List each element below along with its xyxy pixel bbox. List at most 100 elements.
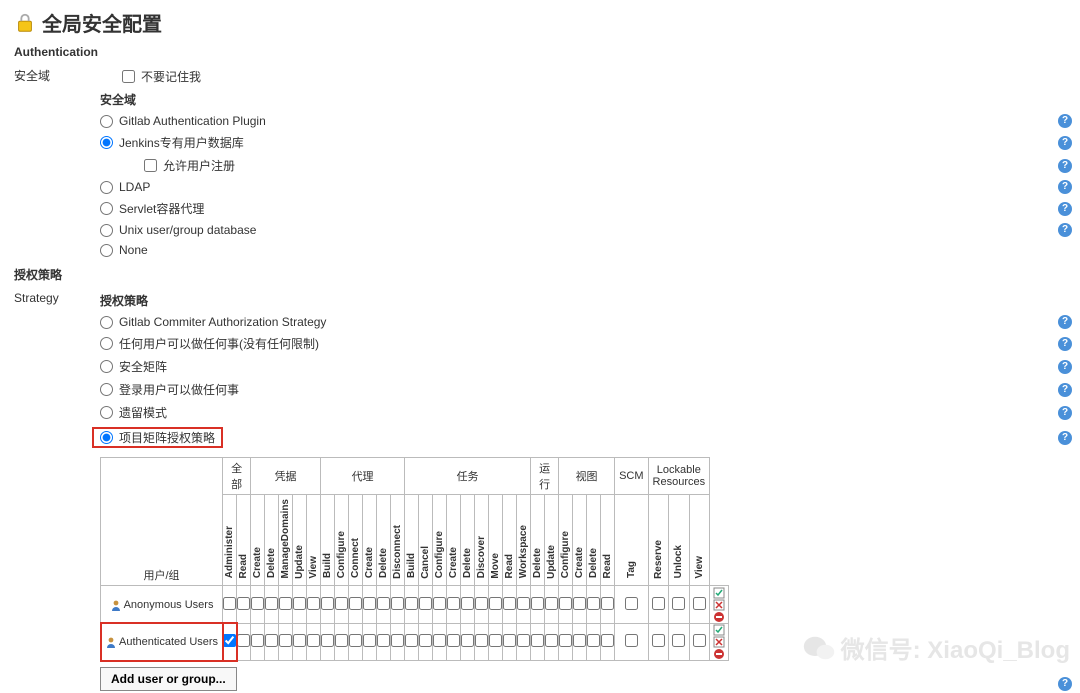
help-icon[interactable]: ? — [1058, 383, 1072, 397]
perm-checkbox[interactable] — [293, 597, 306, 610]
perm-checkbox[interactable] — [693, 634, 706, 647]
perm-checkbox[interactable] — [475, 634, 488, 647]
perm-checkbox[interactable] — [587, 634, 600, 647]
realm-unix-radio[interactable] — [100, 224, 113, 237]
perm-checkbox[interactable] — [559, 597, 572, 610]
help-icon[interactable]: ? — [1058, 223, 1072, 237]
strat-project-radio[interactable] — [100, 431, 113, 444]
perm-checkbox[interactable] — [279, 597, 292, 610]
perm-checkbox[interactable] — [307, 597, 320, 610]
perm-checkbox[interactable] — [447, 634, 460, 647]
perm-checkbox[interactable] — [251, 634, 264, 647]
perm-checkbox[interactable] — [223, 597, 236, 610]
remove-icon[interactable] — [713, 648, 725, 660]
perm-checkbox[interactable] — [652, 597, 665, 610]
perm-checkbox[interactable] — [237, 634, 250, 647]
strat-legacy-radio[interactable] — [100, 406, 113, 419]
perm-checkbox[interactable] — [573, 597, 586, 610]
perm-checkbox[interactable] — [461, 634, 474, 647]
perm-checkbox[interactable] — [335, 597, 348, 610]
realm-ldap-radio[interactable] — [100, 181, 113, 194]
perm-checkbox[interactable] — [672, 597, 685, 610]
perm-checkbox[interactable] — [265, 597, 278, 610]
perm-checkbox[interactable] — [489, 634, 502, 647]
strat-matrix-radio[interactable] — [100, 360, 113, 373]
perm-checkbox[interactable] — [251, 597, 264, 610]
help-icon[interactable]: ? — [1058, 431, 1072, 445]
perm-checkbox[interactable] — [587, 597, 600, 610]
remember-me-checkbox[interactable] — [122, 70, 135, 83]
perm-checkbox[interactable] — [377, 597, 390, 610]
perm-checkbox[interactable] — [601, 634, 614, 647]
strat-anyone-radio[interactable] — [100, 337, 113, 350]
perm-checkbox[interactable] — [391, 597, 404, 610]
perm-checkbox[interactable] — [349, 634, 362, 647]
perm-checkbox[interactable] — [672, 634, 685, 647]
help-icon[interactable]: ? — [1058, 159, 1072, 173]
perm-checkbox[interactable] — [433, 597, 446, 610]
realm-gitlab-radio[interactable] — [100, 115, 113, 128]
perm-checkbox[interactable] — [307, 634, 320, 647]
perm-checkbox[interactable] — [363, 597, 376, 610]
realm-none-radio[interactable] — [100, 244, 113, 257]
perm-checkbox[interactable] — [447, 597, 460, 610]
perm-checkbox[interactable] — [377, 634, 390, 647]
perm-checkbox[interactable] — [503, 597, 516, 610]
perm-checkbox[interactable] — [503, 634, 516, 647]
perm-checkbox[interactable] — [419, 634, 432, 647]
clear-all-icon[interactable] — [713, 599, 725, 611]
perm-checkbox[interactable] — [545, 597, 558, 610]
remove-icon[interactable] — [713, 611, 725, 623]
perm-checkbox[interactable] — [489, 597, 502, 610]
perm-checkbox[interactable] — [265, 634, 278, 647]
allow-signup-checkbox[interactable] — [144, 159, 157, 172]
help-icon[interactable]: ? — [1058, 136, 1072, 150]
perm-checkbox[interactable] — [475, 597, 488, 610]
perm-checkbox[interactable] — [293, 634, 306, 647]
perm-checkbox[interactable] — [517, 597, 530, 610]
perm-checkbox[interactable] — [461, 597, 474, 610]
help-icon[interactable]: ? — [1058, 677, 1072, 691]
perm-checkbox[interactable] — [349, 597, 362, 610]
strat-gitlab-radio[interactable] — [100, 316, 113, 329]
perm-checkbox[interactable] — [601, 597, 614, 610]
perm-checkbox[interactable] — [363, 634, 376, 647]
perm-checkbox[interactable] — [391, 634, 404, 647]
perm-checkbox[interactable] — [419, 597, 432, 610]
perm-checkbox[interactable] — [652, 634, 665, 647]
perm-checkbox[interactable] — [223, 634, 236, 647]
perm-checkbox[interactable] — [625, 634, 638, 647]
realm-jenkins-radio[interactable] — [100, 136, 113, 149]
perm-checkbox[interactable] — [693, 597, 706, 610]
help-icon[interactable]: ? — [1058, 406, 1072, 420]
realm-servlet-radio[interactable] — [100, 202, 113, 215]
group-header: 运行 — [531, 458, 559, 495]
help-icon[interactable]: ? — [1058, 180, 1072, 194]
perm-checkbox[interactable] — [433, 634, 446, 647]
help-icon[interactable]: ? — [1058, 114, 1072, 128]
help-icon[interactable]: ? — [1058, 202, 1072, 216]
clear-all-icon[interactable] — [713, 636, 725, 648]
select-all-icon[interactable] — [713, 587, 725, 599]
perm-checkbox[interactable] — [531, 634, 544, 647]
select-all-icon[interactable] — [713, 624, 725, 636]
perm-checkbox[interactable] — [573, 634, 586, 647]
perm-checkbox[interactable] — [405, 597, 418, 610]
add-user-button[interactable]: Add user or group... — [100, 667, 237, 691]
perm-checkbox[interactable] — [237, 597, 250, 610]
perm-checkbox[interactable] — [625, 597, 638, 610]
perm-checkbox[interactable] — [279, 634, 292, 647]
perm-checkbox[interactable] — [545, 634, 558, 647]
perm-checkbox[interactable] — [335, 634, 348, 647]
perm-checkbox[interactable] — [559, 634, 572, 647]
perm-checkbox[interactable] — [531, 597, 544, 610]
strat-logged-radio[interactable] — [100, 383, 113, 396]
help-icon[interactable]: ? — [1058, 315, 1072, 329]
perm-checkbox[interactable] — [405, 634, 418, 647]
help-icon[interactable]: ? — [1058, 360, 1072, 374]
help-icon[interactable]: ? — [1058, 337, 1072, 351]
perm-checkbox[interactable] — [321, 597, 334, 610]
perm-checkbox[interactable] — [517, 634, 530, 647]
perm-checkbox[interactable] — [321, 634, 334, 647]
perm-header: Discover — [475, 495, 489, 586]
